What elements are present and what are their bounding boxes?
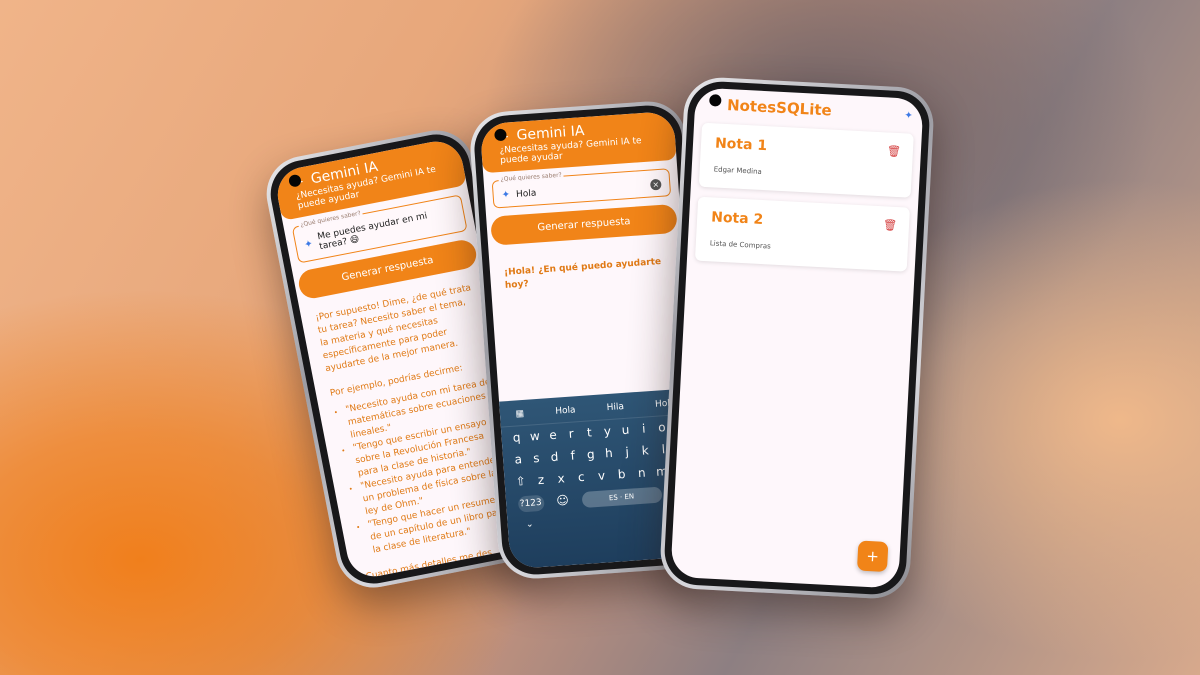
question-value: Hola [515,188,537,200]
key[interactable]: h [600,446,617,461]
key[interactable]: w [526,429,543,444]
note-title: Nota 2 [710,209,764,229]
key[interactable]: v [593,468,610,483]
gemini-sparkle-icon: ✦ [303,238,314,251]
note-body: Lista de Compras [709,239,771,251]
key[interactable]: u [617,422,634,437]
note-card[interactable]: Nota 2 Lista de Compras 🗑 [694,196,910,272]
delete-icon[interactable]: 🗑 [883,218,898,232]
key[interactable]: a [510,452,527,467]
notes-screen: NotesSQLite ✦ Nota 1 Edgar Medina 🗑 Nota… [670,87,924,589]
delete-icon[interactable]: 🗑 [887,144,902,158]
chevron-down-icon[interactable]: ⌄ [521,519,538,531]
clear-icon[interactable]: × [649,178,662,191]
phone-right: NotesSQLite ✦ Nota 1 Edgar Medina 🗑 Nota… [658,75,936,601]
key[interactable]: t [581,425,598,440]
grid-icon[interactable]: ▦ [515,409,524,420]
key[interactable]: r [563,426,580,441]
gemini-sparkle-icon: ✦ [501,189,511,201]
key[interactable]: q [508,430,525,445]
key[interactable]: z [532,472,549,487]
note-card[interactable]: Nota 1 Edgar Medina 🗑 [698,122,914,198]
key[interactable]: d [546,449,563,464]
key[interactable]: g [582,447,599,462]
question-label: ¿Qué quieres saber? [498,171,564,184]
key[interactable]: j [619,444,636,459]
key[interactable]: k [637,443,654,458]
emoji-icon[interactable]: ☺ [554,493,571,510]
space-key[interactable]: ES · EN [581,486,663,509]
key[interactable]: c [573,470,590,485]
key[interactable]: x [553,471,570,486]
key[interactable]: f [564,448,581,463]
question-input[interactable]: ¿Qué quieres saber? ✦ Hola × [491,168,672,209]
key[interactable]: n [633,465,650,480]
key[interactable]: y [599,424,616,439]
key[interactable]: e [545,427,562,442]
suggestion-item[interactable]: Hila [606,402,624,413]
key[interactable]: i [635,421,652,436]
key[interactable]: b [613,467,630,482]
note-title: Nota 1 [714,135,768,155]
app-bar: ← Gemini IA ¿Necesitas ayuda? Gemini IA … [479,110,677,174]
key[interactable]: s [528,451,545,466]
suggestion-item[interactable]: Hola [555,405,576,416]
note-body: Edgar Medina [713,165,763,176]
numbers-key[interactable]: ?123 [517,494,545,513]
shift-icon[interactable]: ⇧ [512,474,529,489]
notes-header: NotesSQLite ✦ [695,87,924,124]
add-note-button[interactable]: + [856,540,889,573]
gemini-sparkle-icon[interactable]: ✦ [904,100,913,121]
